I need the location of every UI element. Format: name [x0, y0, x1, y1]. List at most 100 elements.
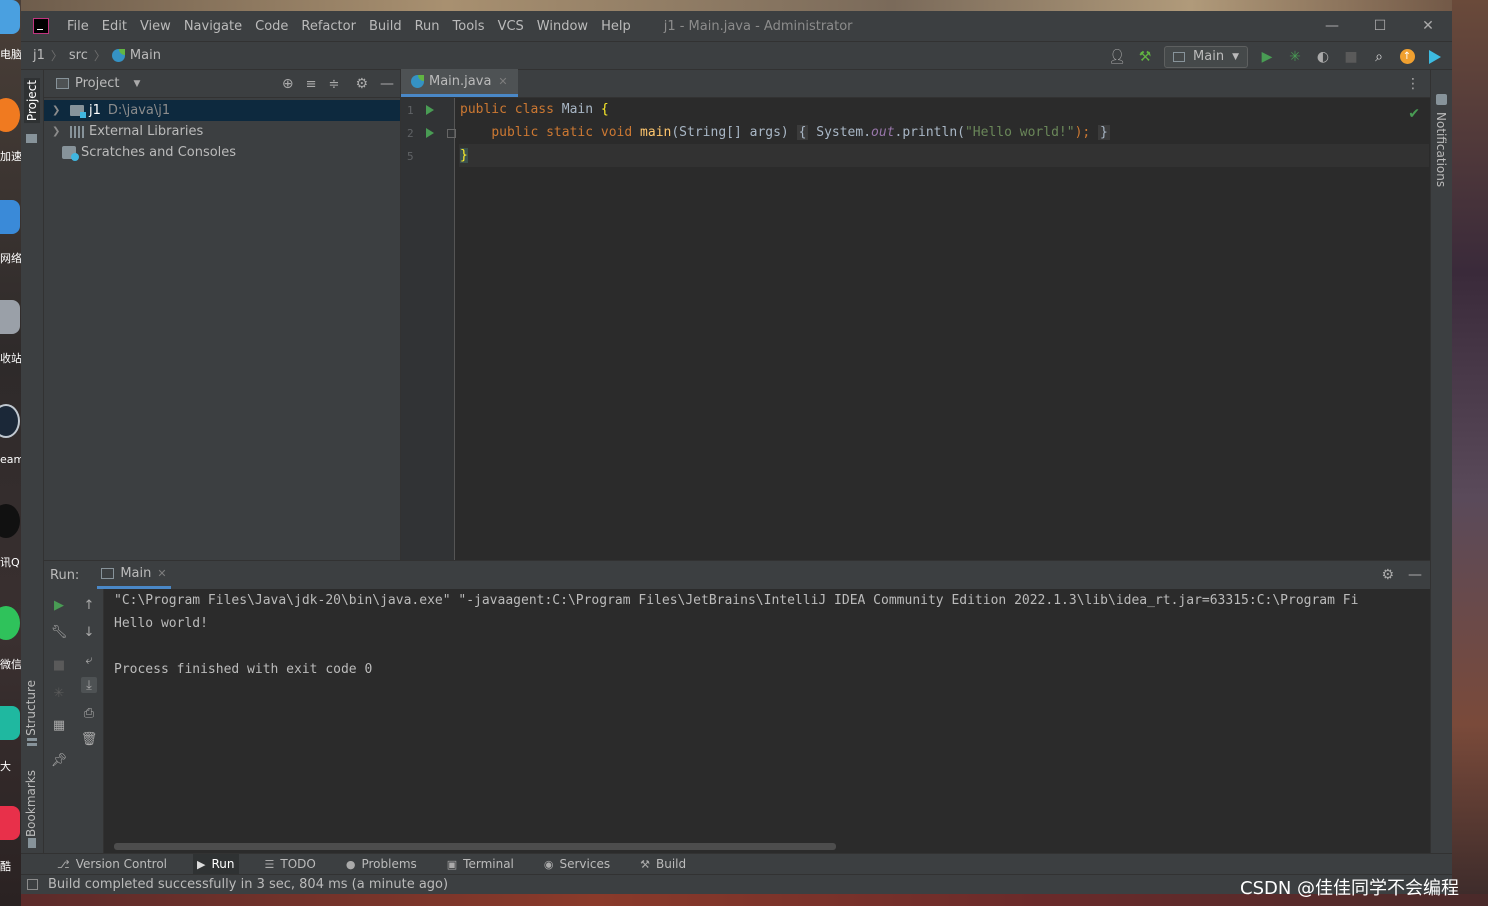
chevron-down-icon[interactable]: ▼ — [133, 79, 140, 89]
debug-bug-icon[interactable]: ✳ — [51, 685, 67, 701]
network-desktop-icon[interactable] — [0, 200, 20, 234]
coverage-icon[interactable]: ◐ — [1314, 48, 1332, 66]
close-tab-icon[interactable]: ✕ — [157, 567, 166, 580]
rerun-icon[interactable]: ▶ — [51, 597, 67, 613]
menu-build[interactable]: Build — [369, 19, 402, 34]
update-icon[interactable]: ↑ — [1398, 48, 1416, 66]
breadcrumb-main[interactable]: Main — [130, 48, 161, 63]
todo-tool-button[interactable]: ☰ TODO — [261, 854, 320, 875]
chevron-right-icon[interactable]: ❯ — [52, 126, 64, 137]
menu-view[interactable]: View — [140, 19, 171, 34]
breadcrumb: j1 〉 src 〉 Main — [33, 47, 161, 64]
status-message[interactable]: Build completed successfully in 3 sec, 8… — [48, 877, 448, 892]
terminal-tool-button[interactable]: ▣ Terminal — [443, 854, 518, 875]
code-area[interactable]: public class Main { public static void m… — [459, 98, 1429, 560]
close-button[interactable]: ✕ — [1404, 11, 1452, 41]
expand-all-icon[interactable]: ≡ — [306, 77, 317, 92]
run-gutter-icon[interactable] — [426, 105, 434, 115]
menu-help[interactable]: Help — [601, 19, 631, 34]
layout-icon[interactable]: ▦ — [51, 717, 67, 733]
tab-main-java[interactable]: Main.java ✕ — [401, 69, 518, 97]
accelerator-desktop-icon[interactable] — [0, 98, 20, 132]
checkmark-icon[interactable]: ✔ — [1408, 106, 1420, 122]
search-icon[interactable]: ⌕ — [1370, 48, 1388, 66]
recycle-bin-desktop-icon[interactable] — [0, 300, 20, 334]
bell-icon[interactable] — [1436, 94, 1447, 105]
run-label: Run: — [50, 567, 80, 583]
menu-file[interactable]: File — [67, 19, 89, 34]
run-gutter-icon[interactable] — [426, 128, 434, 138]
services-tool-button[interactable]: ◉ Services — [540, 854, 614, 875]
menu-refactor[interactable]: Refactor — [301, 19, 356, 34]
more-vertical-icon[interactable]: ⋮ — [1406, 76, 1420, 92]
run-tool-button[interactable]: ▶ Run — [193, 853, 239, 875]
desktop-label: 收站 — [0, 352, 21, 365]
maximize-button[interactable]: ☐ — [1356, 11, 1404, 41]
breadcrumb-src[interactable]: src — [69, 48, 88, 63]
run-toolbar-primary: ▶ 🔧︎ ■ ✳ ▦ 📌︎ — [44, 589, 74, 854]
menu-navigate[interactable]: Navigate — [184, 19, 242, 34]
desktop-label: 电脑 — [0, 48, 21, 61]
horizontal-scrollbar[interactable] — [114, 843, 836, 850]
tree-item-j1[interactable]: ❯ j1 D:\java\j1 — [44, 100, 400, 121]
menu-tools[interactable]: Tools — [453, 19, 485, 34]
arrow-down-icon[interactable]: ↓ — [81, 624, 97, 640]
tree-item-scratches[interactable]: Scratches and Consoles — [44, 142, 400, 163]
qq-desktop-icon[interactable] — [0, 504, 20, 538]
menu-window[interactable]: Window — [537, 19, 588, 34]
wechat-desktop-icon[interactable] — [0, 606, 20, 640]
locate-target-icon[interactable]: ⊕ — [282, 76, 294, 92]
build-hammer-icon[interactable]: ⚒ — [1136, 48, 1154, 66]
menu-edit[interactable]: Edit — [102, 19, 127, 34]
minimize-button[interactable]: — — [1308, 11, 1356, 41]
notifications-tool-tab[interactable]: Notifications — [1434, 112, 1448, 187]
stop-icon[interactable]: ■ — [51, 657, 67, 673]
stop-icon[interactable]: ■ — [1342, 48, 1360, 66]
hide-panel-icon[interactable]: — — [380, 76, 394, 92]
fold-icon[interactable] — [447, 129, 456, 138]
tree-item-external-libraries[interactable]: ❯ External Libraries — [44, 121, 400, 142]
menu-code[interactable]: Code — [255, 19, 288, 34]
version-control-tool-button[interactable]: ⎇ Version Control — [53, 854, 171, 875]
close-tab-icon[interactable]: ✕ — [498, 75, 507, 88]
terminal-icon: ▣ — [446, 857, 458, 871]
code-fold[interactable]: } — [1098, 125, 1110, 140]
project-view-label[interactable]: Project — [75, 76, 119, 91]
run-configuration-select[interactable]: Main ▼ — [1164, 45, 1248, 68]
structure-tool-tab[interactable]: Structure — [24, 680, 38, 736]
jetbrains-toolbox-icon[interactable] — [1426, 48, 1444, 66]
code-fold[interactable]: { — [796, 125, 809, 140]
run-icon[interactable]: ▶ — [1258, 48, 1276, 66]
gear-icon[interactable]: ⚙ — [355, 76, 368, 92]
scroll-to-end-icon[interactable]: ⤓ — [81, 677, 97, 693]
steam-desktop-icon[interactable] — [0, 404, 20, 438]
hide-panel-icon[interactable]: — — [1408, 567, 1422, 583]
debug-bug-icon[interactable]: ✳ — [1286, 48, 1304, 66]
project-panel-header: Project ▼ ⊕ ≡ ≑ ⚙ — — [44, 70, 400, 98]
chevron-right-icon[interactable]: ❯ — [52, 105, 64, 116]
navigation-bar: j1 〉 src 〉 Main 👤︎ ⚒ Main ▼ ▶ ✳ ◐ ■ ⌕ ↑ — [21, 41, 1452, 70]
desktop-label: 讯Q — [0, 556, 20, 569]
trash-icon[interactable]: 🗑︎ — [81, 731, 98, 747]
bookmarks-tool-tab[interactable]: Bookmarks — [24, 770, 38, 837]
music-desktop-icon[interactable] — [0, 806, 20, 840]
collapse-all-icon[interactable]: ≑ — [329, 77, 340, 92]
problems-tool-button[interactable]: ● Problems — [342, 854, 421, 875]
menu-vcs[interactable]: VCS — [498, 19, 524, 34]
arrow-up-icon[interactable]: ↑ — [81, 597, 97, 613]
computer-desktop-icon[interactable] — [0, 0, 20, 34]
status-panel-icon[interactable] — [27, 879, 38, 890]
breadcrumb-project[interactable]: j1 — [33, 48, 45, 63]
pin-icon[interactable]: 📌︎ — [51, 752, 68, 768]
soft-wrap-icon[interactable]: ⤶ — [81, 652, 97, 668]
menu-run[interactable]: Run — [415, 19, 440, 34]
run-tab-main[interactable]: Main ✕ — [97, 561, 171, 589]
user-icon[interactable]: 👤︎ — [1108, 48, 1126, 66]
wrench-icon[interactable]: 🔧︎ — [51, 624, 68, 640]
app-desktop-icon[interactable] — [0, 706, 20, 740]
build-tool-button[interactable]: ⚒ Build — [636, 854, 690, 875]
console-output[interactable]: "C:\Program Files\Java\jdk-20\bin\java.e… — [114, 589, 1430, 844]
gear-icon[interactable]: ⚙ — [1381, 567, 1394, 583]
print-icon[interactable]: ⎙ — [81, 705, 97, 721]
project-tool-tab[interactable]: Project — [24, 78, 40, 124]
